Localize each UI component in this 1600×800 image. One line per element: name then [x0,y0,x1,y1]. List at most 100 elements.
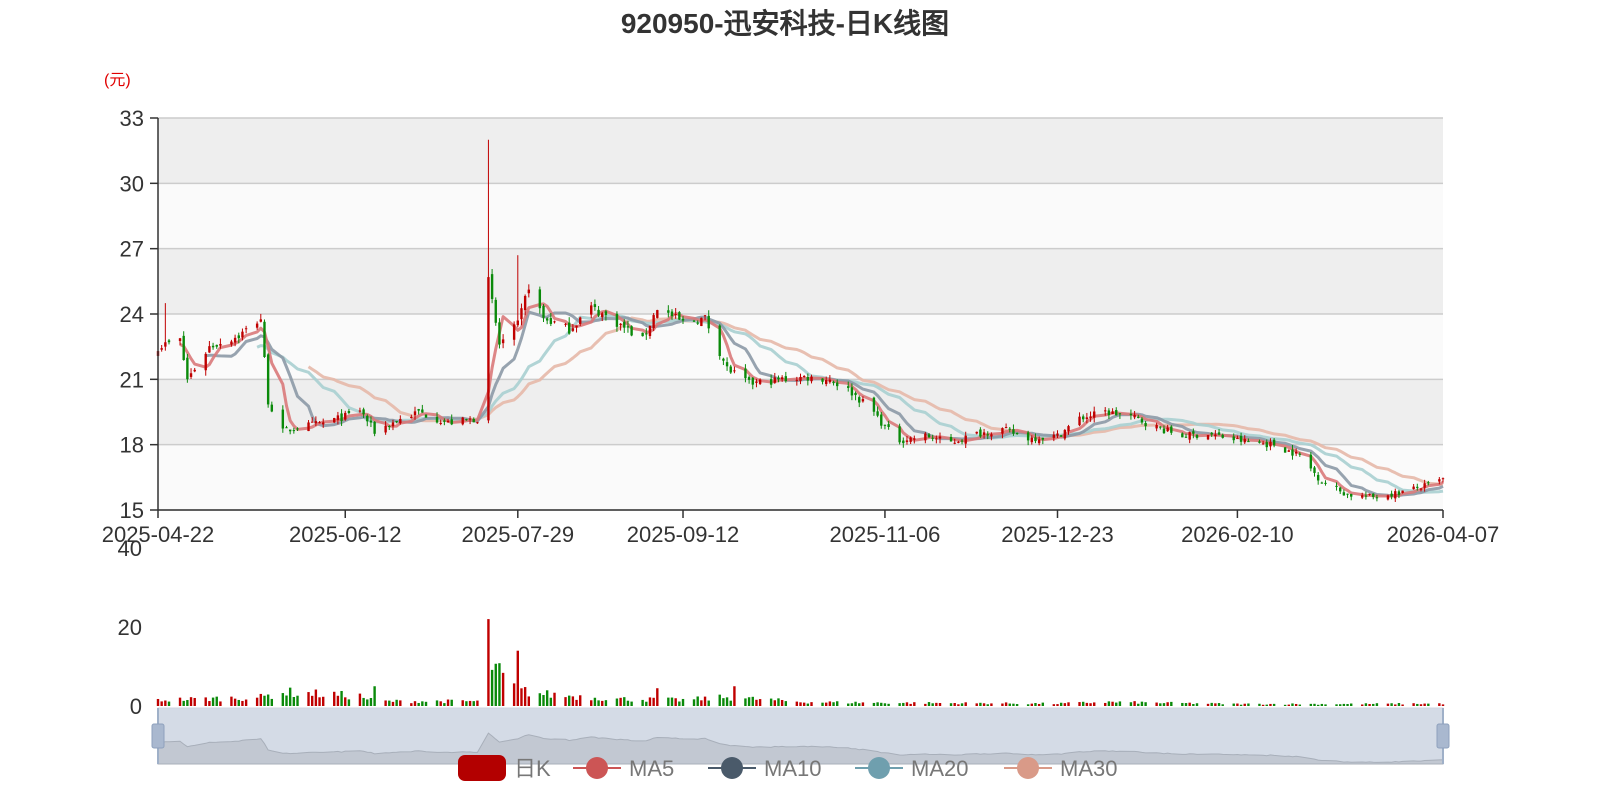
volume-bar[interactable] [747,697,751,706]
volume-bar[interactable] [1236,703,1239,706]
volume-bar[interactable] [391,701,395,706]
volume-bar[interactable] [755,699,758,706]
candle[interactable] [656,309,659,319]
volume-bar[interactable] [964,702,967,706]
candle[interactable] [718,324,721,360]
volume-bar[interactable] [898,703,901,706]
volume-bar[interactable] [564,697,567,706]
volume-bar[interactable] [769,698,773,706]
volume-bar[interactable] [498,663,501,706]
volume-bar[interactable] [1155,702,1158,706]
volume-bar[interactable] [538,693,542,706]
volume-bar[interactable] [1287,704,1290,706]
volume-bar[interactable] [597,700,600,706]
volume-bar[interactable] [476,700,479,706]
volume-bar[interactable] [847,703,850,706]
volume-bar[interactable] [1313,703,1316,706]
candle[interactable] [1283,446,1287,453]
volume-bar[interactable] [399,700,402,706]
volume-bar[interactable] [211,697,215,706]
volume-bar[interactable] [1217,703,1221,706]
volume-bar[interactable] [490,669,494,706]
volume-bar[interactable] [990,703,993,706]
candle[interactable] [266,353,270,408]
volume-bar[interactable] [953,703,956,706]
volume-bar[interactable] [281,693,285,706]
volume-bar[interactable] [1294,703,1298,706]
volume-bar[interactable] [296,695,299,706]
volume-bar[interactable] [388,700,391,706]
volume-bar[interactable] [542,695,545,706]
volume-bar[interactable] [494,663,497,706]
volume-bar[interactable] [1368,704,1371,706]
volume-bar[interactable] [1324,704,1327,706]
volume-bar[interactable] [435,700,439,706]
volume-bar[interactable] [718,694,721,706]
candle[interactable] [898,423,901,445]
volume-bar[interactable] [1192,704,1195,706]
volume-bar[interactable] [590,700,593,706]
candle[interactable] [333,417,336,423]
volume-bar[interactable] [927,702,931,706]
volume-bar[interactable] [512,683,516,706]
volume-bar[interactable] [318,697,321,706]
volume-bar[interactable] [1140,701,1144,706]
volume-bar[interactable] [1166,702,1169,706]
volume-bar[interactable] [1272,703,1276,706]
volume-bar[interactable] [424,701,428,706]
volume-bar[interactable] [1214,703,1217,706]
volume-bar[interactable] [883,703,887,706]
volume-bar[interactable] [446,699,450,706]
volume-bar[interactable] [1372,703,1375,706]
volume-bar[interactable] [285,695,288,706]
volume-bar[interactable] [1056,704,1059,706]
volume-bar[interactable] [1265,704,1268,706]
legend-item[interactable]: MA20 [855,756,968,781]
volume-bar[interactable] [872,702,876,706]
volume-bar[interactable] [1133,701,1136,706]
volume-bar[interactable] [1059,702,1063,706]
volume-bar[interactable] [1008,703,1011,706]
volume-bar[interactable] [931,703,934,706]
volume-bar[interactable] [1104,702,1107,706]
volume-bar[interactable] [729,700,732,706]
volume-bar[interactable] [1082,701,1085,706]
volume-bar[interactable] [307,692,310,706]
volume-bar[interactable] [1320,703,1324,706]
volume-bar[interactable] [237,699,240,706]
volume-bar[interactable] [1441,704,1445,706]
volume-bar[interactable] [777,698,780,706]
volume-bar[interactable] [630,701,633,706]
volume-bar[interactable] [1034,703,1037,706]
volume-bar[interactable] [648,697,652,706]
volume-bar[interactable] [1416,703,1419,706]
volume-bar[interactable] [1221,704,1224,706]
volume-bar[interactable] [549,697,553,706]
volume-bar[interactable] [255,697,259,706]
volume-bar[interactable] [667,697,670,706]
candle[interactable] [1206,434,1210,441]
volume-bar[interactable] [1078,702,1081,706]
volume-bar[interactable] [178,697,182,706]
volume-bar[interactable] [344,697,347,706]
volume-bar[interactable] [744,698,747,706]
volume-bar[interactable] [1361,704,1364,706]
volume-bar[interactable] [575,699,578,706]
volume-bar[interactable] [1188,702,1191,706]
volume-bar[interactable] [1339,704,1342,706]
volume-bar[interactable] [593,697,597,706]
volume-bar[interactable] [670,697,674,706]
volume-bar[interactable] [821,702,824,706]
volume-bar[interactable] [733,686,736,706]
candle[interactable] [498,318,501,349]
volume-bar[interactable] [1438,703,1441,706]
volume-bar[interactable] [1375,703,1379,706]
legend-item[interactable]: MA30 [1004,756,1117,781]
volume-bar[interactable] [1115,702,1118,706]
volume-bar[interactable] [1093,702,1096,706]
volume-bar[interactable] [795,701,799,706]
volume-bar[interactable] [773,700,776,706]
volume-bar[interactable] [1129,702,1133,706]
volume-bar[interactable] [1004,702,1008,706]
volume-bar[interactable] [806,703,810,706]
